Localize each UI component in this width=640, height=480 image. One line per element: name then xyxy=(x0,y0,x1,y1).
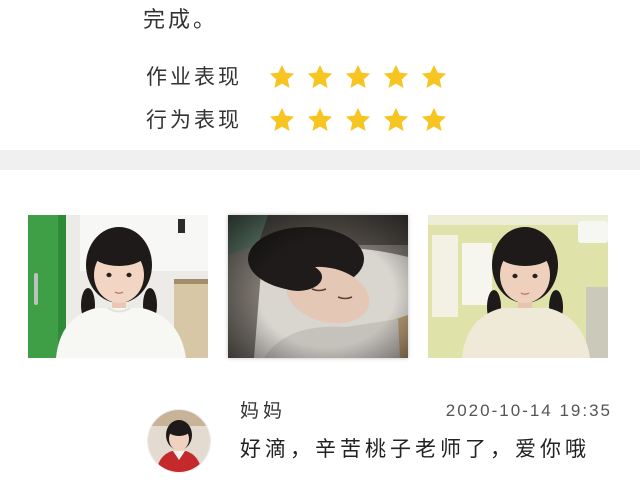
star-icon xyxy=(420,63,448,91)
star-icon xyxy=(344,106,372,134)
evaluation-text: 完成。 xyxy=(143,8,219,33)
star-icon xyxy=(268,63,296,91)
avatar-image xyxy=(148,410,210,472)
photo-thumbnail[interactable] xyxy=(428,215,608,358)
star-rating xyxy=(268,106,448,134)
photo-grid xyxy=(0,215,640,358)
comment-text: 好滴，辛苦桃子老师了，爱你哦 xyxy=(240,437,590,461)
star-icon xyxy=(382,63,410,91)
photo-thumbnail[interactable] xyxy=(228,215,408,358)
photo-image xyxy=(228,215,408,358)
rating-label: 行为表现 xyxy=(146,108,242,132)
star-icon xyxy=(382,106,410,134)
comment-item: 妈妈 2020-10-14 19:35 好滴，辛苦桃子老师了，爱你哦 xyxy=(0,390,640,480)
avatar[interactable] xyxy=(148,410,210,472)
photo-image xyxy=(28,215,208,358)
star-icon xyxy=(268,106,296,134)
star-icon xyxy=(344,63,372,91)
star-icon xyxy=(306,63,334,91)
photo-image xyxy=(428,215,608,358)
star-icon xyxy=(306,106,334,134)
rating-row-homework: 作业表现 xyxy=(146,62,448,92)
rating-label: 作业表现 xyxy=(146,65,242,89)
teacher-evaluation-page: 完成。 作业表现 行为表现 妈妈 2020-10-14 19:35 好滴，辛苦桃… xyxy=(0,0,640,480)
star-icon xyxy=(420,106,448,134)
section-divider xyxy=(0,150,640,170)
comment-timestamp: 2020-10-14 19:35 xyxy=(445,401,612,420)
comment-author: 妈妈 xyxy=(240,400,287,422)
star-rating xyxy=(268,63,448,91)
rating-row-behavior: 行为表现 xyxy=(146,105,448,135)
photo-thumbnail[interactable] xyxy=(28,215,208,358)
